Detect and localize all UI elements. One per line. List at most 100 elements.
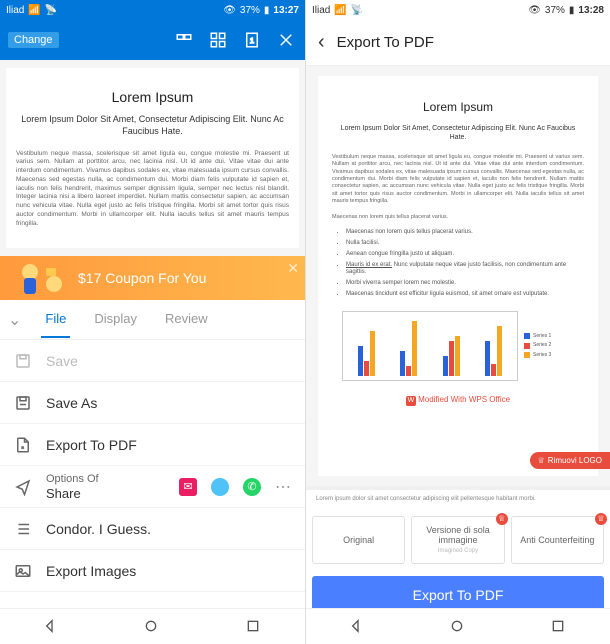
battery-icon: ▮ [569, 5, 575, 16]
bar-group [443, 336, 460, 376]
wifi-icon: 📡 [45, 5, 57, 16]
tab-file[interactable]: File [41, 301, 70, 338]
cloud-icon[interactable] [211, 478, 229, 496]
menu-condor[interactable]: Condor. I Guess. [0, 508, 305, 550]
chevron-down-icon[interactable]: ⌄ [8, 310, 21, 330]
tab-bar: ⌄ File Display Review [0, 300, 305, 340]
signal-icon: 📶 [28, 5, 40, 16]
menu-export-pdf[interactable]: Export To PDF [0, 424, 305, 466]
doc-paragraph: Maecenas non lorem quis tellus placerat … [332, 214, 584, 221]
coupon-banner[interactable]: $17 Coupon For You ✕ [0, 256, 305, 300]
chart-plot [342, 311, 518, 381]
doc-bullet: Maecenas tincidunt est efficitur ligula … [346, 291, 584, 299]
wps-watermark: W Modified With WPS Office [332, 395, 584, 406]
menu-share[interactable]: Options Of Share ✉ ✆ ⋯ [0, 466, 305, 508]
doc-title: Lorem Ipsum [16, 88, 289, 106]
close-icon[interactable]: ✕ [287, 260, 299, 277]
menu-label: Save As [46, 395, 291, 411]
document-page: Lorem Ipsum Lorem Ipsum Dolor Sit Amet, … [6, 68, 299, 248]
doc-bullet: Mauris id ex erat. Nunc vulputate neque … [346, 262, 584, 278]
chart-legend: Series 1Series 2Series 3 [524, 311, 574, 381]
tab-display[interactable]: Display [90, 301, 141, 338]
bar [358, 346, 363, 376]
menu-label: Export To PDF [46, 437, 291, 453]
premium-badge-icon: ♕ [595, 513, 607, 525]
home-icon[interactable] [449, 618, 467, 636]
list-icon [14, 520, 32, 538]
wifi-icon: 📡 [351, 5, 363, 16]
doc-paragraph: Vestibulum neque massa, scelerisque sit … [332, 154, 584, 206]
bar [491, 364, 496, 376]
remove-logo-button[interactable]: ♕ Rimuovi LOGO [530, 452, 610, 469]
battery-pct: 37% [545, 5, 565, 16]
crown-icon: ♕ [538, 456, 545, 465]
doc-bullet: Nulla facilisi. [346, 240, 584, 248]
bar [370, 331, 375, 376]
coupon-text: $17 Coupon For You [78, 270, 206, 286]
doc-bullet: Aenean congue fringilla justo ut aliquam… [346, 251, 584, 259]
coupon-illustration [10, 258, 70, 298]
eye-icon: 👁 [223, 5, 236, 16]
bar [364, 361, 369, 376]
bar [400, 351, 405, 376]
battery-icon: ▮ [264, 5, 270, 16]
menu-save[interactable]: Save [0, 340, 305, 382]
option-anticounterfeit[interactable]: Anti Counterfeiting ♕ [511, 516, 604, 564]
recent-icon[interactable] [550, 618, 568, 636]
change-badge[interactable]: Change [8, 32, 59, 48]
eye-icon: 👁 [528, 5, 541, 16]
back-icon[interactable]: ‹ [318, 31, 325, 54]
next-page-preview: Lorem ipsum dolor sit amet consectetur a… [306, 486, 610, 508]
preview-page: Lorem Ipsum Lorem Ipsum Dolor Sit Amet, … [318, 76, 598, 476]
recent-icon[interactable] [245, 618, 263, 636]
doc-bullet: Morbi viverra semper lorem nec molestie. [346, 280, 584, 288]
save-icon [14, 352, 32, 370]
bar [497, 326, 502, 376]
chart: Series 1Series 2Series 3 [332, 305, 584, 387]
bar-group [358, 331, 375, 376]
doc-subtitle: Lorem Ipsum Dolor Sit Amet, Consectetur … [16, 114, 289, 137]
option-original[interactable]: Original [312, 516, 405, 564]
more-icon[interactable]: ⋯ [275, 477, 291, 497]
export-pdf-icon [14, 436, 32, 454]
document-area[interactable]: Lorem Ipsum Lorem Ipsum Dolor Sit Amet, … [0, 60, 305, 256]
preview-area[interactable]: Lorem Ipsum Lorem Ipsum Dolor Sit Amet, … [306, 66, 610, 486]
close-icon[interactable] [275, 29, 297, 51]
svg-text:1: 1 [250, 36, 254, 45]
android-nav-bar [306, 608, 610, 644]
status-bar: Iliad 📶 📡 👁 37% ▮ 13:28 [306, 0, 610, 20]
legend-item: Series 1 [524, 333, 574, 340]
legend-item: Series 3 [524, 352, 574, 359]
grid-icon[interactable] [207, 29, 229, 51]
whatsapp-icon[interactable]: ✆ [243, 478, 261, 496]
home-icon[interactable] [143, 618, 161, 636]
doc-subtitle: Lorem Ipsum Dolor Sit Amet, Consectetur … [332, 124, 584, 142]
export-options: Original Versione di sola immagine Imagi… [306, 508, 610, 572]
bar [412, 321, 417, 376]
page-number-icon[interactable]: 1 [241, 29, 263, 51]
page-title: Export To PDF [337, 34, 434, 51]
clock: 13:28 [578, 5, 604, 16]
menu-export-images[interactable]: Export Images [0, 550, 305, 592]
carrier: Iliad [312, 5, 330, 16]
doc-bullet: Maecenas non lorem quis tellus placerat … [346, 229, 584, 237]
menu-label: Export Images [46, 563, 291, 579]
option-image-version[interactable]: Versione di sola immagine Imagined Copy … [411, 516, 504, 564]
menu-label: Options Of [46, 473, 165, 486]
clock: 13:27 [273, 5, 299, 16]
menu-save-as[interactable]: Save As [0, 382, 305, 424]
save-as-icon [14, 394, 32, 412]
menu-label: Condor. I Guess. [46, 521, 291, 537]
thumbnail-icon[interactable] [173, 29, 195, 51]
bar [406, 366, 411, 376]
back-icon[interactable] [348, 618, 366, 636]
mail-icon[interactable]: ✉ [179, 478, 197, 496]
export-header: ‹ Export To PDF [306, 20, 610, 66]
wps-icon: W [406, 396, 416, 406]
tab-review[interactable]: Review [161, 301, 212, 338]
image-icon [14, 562, 32, 580]
editor-toolbar: Change 1 [0, 20, 305, 60]
back-icon[interactable] [42, 618, 60, 636]
carrier: Iliad [6, 5, 24, 16]
android-nav-bar [0, 608, 305, 644]
